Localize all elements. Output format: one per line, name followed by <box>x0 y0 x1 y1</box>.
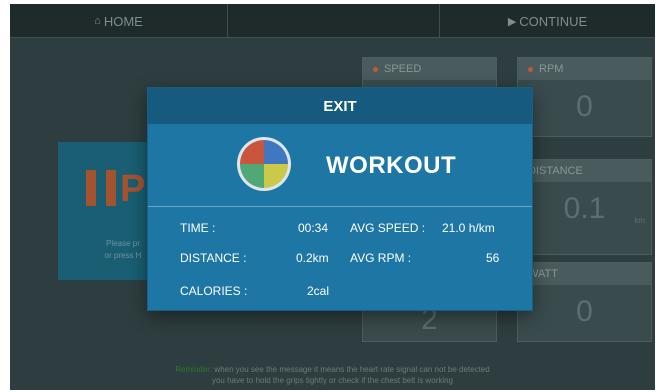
speed-indicator-icon <box>373 66 378 72</box>
exit-dialog: EXIT WORKOUT TIME : 00:34 DISTANCE : 0.2… <box>148 88 532 310</box>
rpm-value: 0 <box>576 90 593 123</box>
continue-button[interactable]: ▶ CONTINUE <box>440 4 655 38</box>
workout-pie-icon <box>236 136 292 192</box>
exit-dialog-title[interactable]: EXIT <box>148 88 532 124</box>
top-bar-spacer <box>228 4 440 37</box>
calories-value: 2cal <box>307 284 330 298</box>
home-icon: ⌂ <box>94 15 101 27</box>
distance-stat-value: 0.2km <box>296 251 329 265</box>
home-label: HOME <box>103 13 143 29</box>
avg-rpm-value: 56 <box>486 251 500 265</box>
time-label: TIME : <box>180 221 216 235</box>
rpm-label: RPM <box>539 63 564 75</box>
distance-tile: DISTANCE 0.1 km <box>517 159 652 255</box>
speed-label: SPEED <box>384 63 422 75</box>
calories-label: CALORIES : <box>180 284 248 298</box>
watt-label: WATT <box>528 268 558 280</box>
hint-highlight: Reminder: <box>175 365 213 374</box>
heart-rate-hint: Reminder: when you see the message it me… <box>175 365 490 385</box>
avg-speed-value: 21.0 h/km <box>442 221 495 235</box>
distance-stat-label: DISTANCE : <box>180 251 247 265</box>
watt-value: 0 <box>576 295 593 328</box>
workout-heading: WORKOUT <box>326 152 457 179</box>
distance-label: DISTANCE <box>528 165 583 177</box>
dialog-divider <box>148 206 532 207</box>
distance-unit: km <box>634 216 645 225</box>
avg-rpm-label: AVG RPM : <box>350 251 412 265</box>
pause-icon <box>86 170 116 206</box>
play-icon: ▶ <box>507 15 517 28</box>
rpm-tile: RPM 0 <box>517 57 652 137</box>
pause-title: P <box>120 168 146 210</box>
rpm-indicator-icon <box>528 66 533 72</box>
watt-tile: WATT 0 <box>517 262 652 342</box>
top-bar: ⌂ HOME ▶ CONTINUE <box>10 4 655 38</box>
continue-label: CONTINUE <box>519 13 588 29</box>
time-value: 00:34 <box>298 221 329 235</box>
avg-speed-label: AVG SPEED : <box>350 221 426 235</box>
home-button[interactable]: ⌂ HOME <box>10 4 228 38</box>
distance-value: 0.1 <box>563 192 606 225</box>
